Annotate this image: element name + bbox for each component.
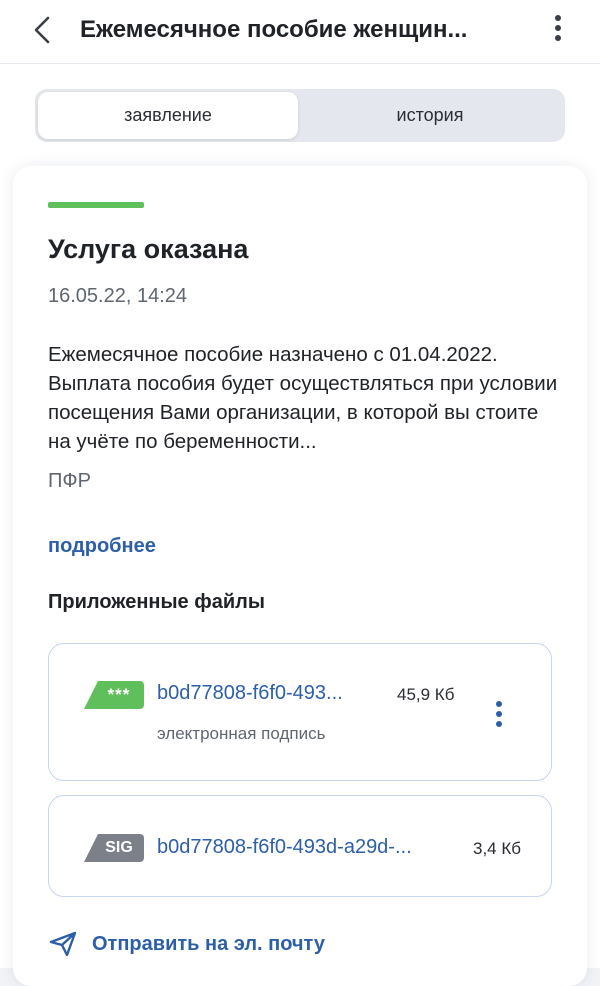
file-item[interactable]: SIG b0d77808-f6f0-493d-a29d-... 3,4 Кб (48, 795, 552, 897)
file-name[interactable]: b0d77808-f6f0-493d-a29d-... (157, 836, 471, 859)
status-indicator-bar (48, 202, 144, 208)
file-size: 45,9 Кб (397, 685, 455, 704)
file-size: 3,4 Кб (473, 839, 521, 858)
back-button[interactable] (22, 10, 62, 50)
send-email-button[interactable]: Отправить на эл. почту (48, 928, 325, 960)
send-email-label: Отправить на эл. почту (92, 932, 325, 955)
tab-history[interactable]: история (298, 92, 562, 139)
file-item[interactable]: *** b0d77808-f6f0-493... 45,9 Кб электро… (48, 643, 552, 781)
segmented-tabs: заявление история (35, 89, 565, 142)
signature-badge-icon: *** (84, 681, 144, 709)
more-menu-button[interactable] (538, 8, 578, 48)
tab-application[interactable]: заявление (38, 92, 298, 139)
chevron-left-icon (34, 16, 50, 44)
file-menu-button[interactable] (485, 694, 513, 734)
file-subtitle: электронная подпись (157, 724, 326, 743)
file-name[interactable]: b0d77808-f6f0-493... (157, 682, 385, 705)
more-vertical-icon (496, 701, 502, 727)
status-date: 16.05.22, 14:24 (48, 285, 188, 307)
page-title: Ежемесячное пособие женщин... (80, 16, 468, 43)
organization-label: ПФР (48, 470, 91, 492)
app-header: Ежемесячное пособие женщин... (0, 0, 600, 64)
more-vertical-icon (555, 15, 561, 41)
sig-file-icon: SIG (84, 834, 144, 862)
send-icon (49, 931, 77, 957)
attached-files-heading: Приложенные файлы (48, 591, 265, 613)
more-details-link[interactable]: подробнее (48, 535, 156, 558)
status-description: Ежемесячное пособие назначено с 01.04.20… (48, 343, 558, 453)
status-title: Услуга оказана (48, 234, 249, 264)
